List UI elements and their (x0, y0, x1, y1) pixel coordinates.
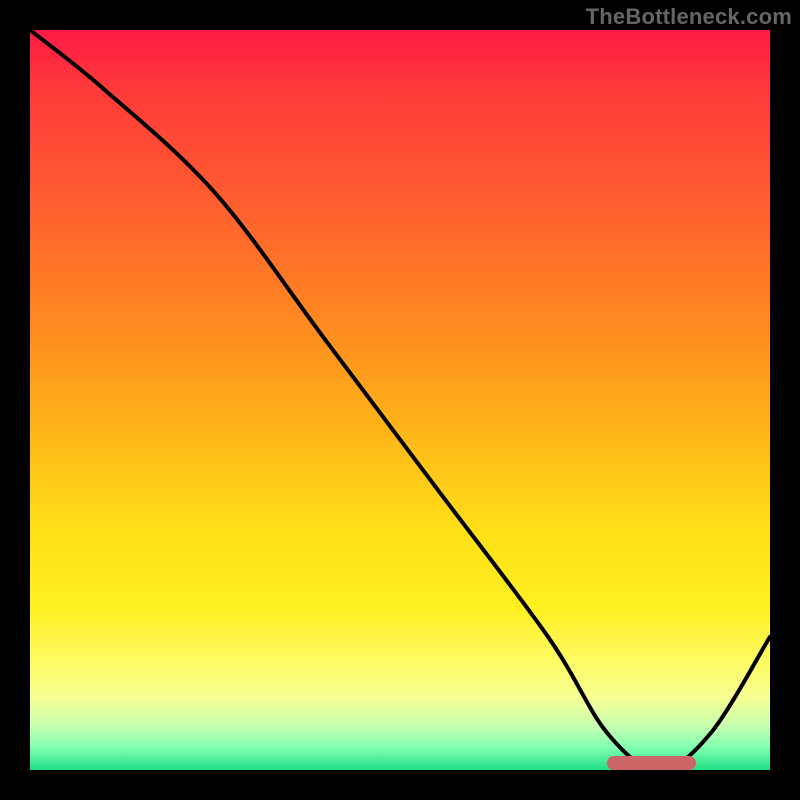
chart-optimum-marker (607, 756, 696, 770)
chart-curve-layer (30, 30, 770, 770)
watermark-text: TheBottleneck.com (586, 4, 792, 30)
chart-frame (30, 30, 770, 770)
chart-curve (30, 30, 770, 770)
